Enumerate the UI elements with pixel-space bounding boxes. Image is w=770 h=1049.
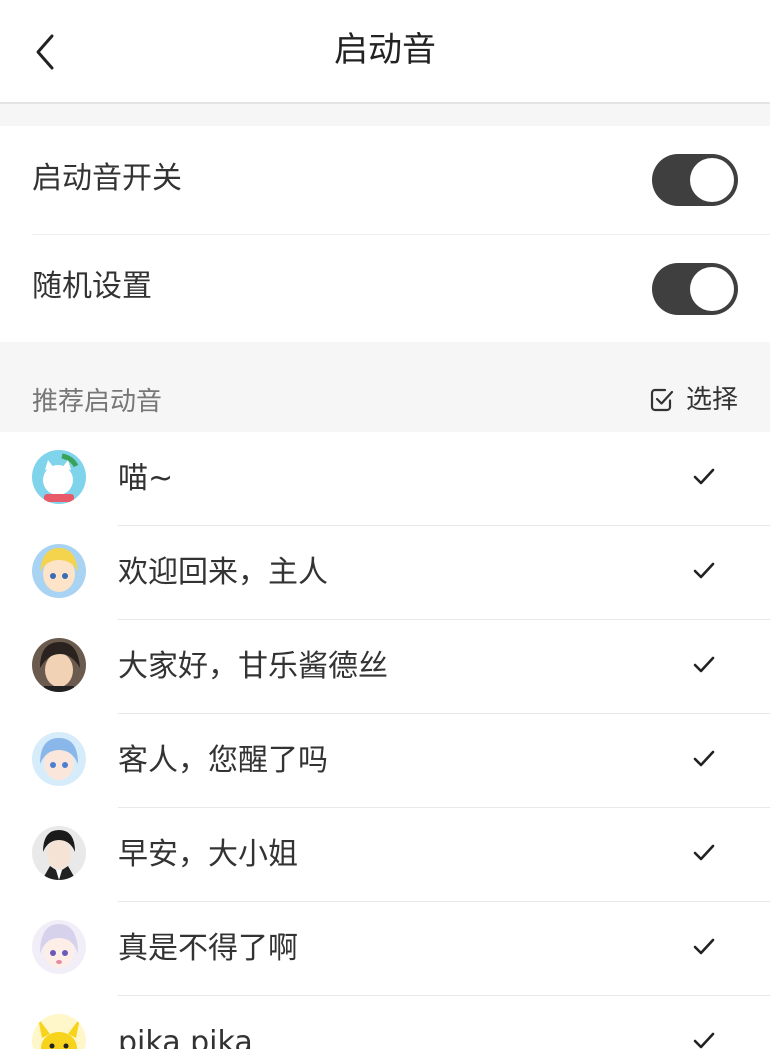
avatar [32,732,86,786]
sound-label: 欢迎回来，主人 [118,555,328,590]
avatar [32,450,86,504]
checkmark-icon [693,562,715,579]
sound-label: 真是不得了啊 [118,931,298,966]
checkmark-icon [693,750,715,767]
avatar [32,1014,86,1049]
toggle-knob [690,158,734,202]
checkmark-icon [693,938,715,955]
sound-list: 喵~ 欢迎回来，主人 大家好，甘乐酱德丝 客人，您醒了吗 早安，大小姐 真是不得… [0,432,770,1049]
select-button[interactable]: 选择 [648,380,738,420]
recommended-section-header: 推荐启动音 选择 [0,342,770,432]
sound-item-hello-everyone[interactable]: 大家好，甘乐酱德丝 [0,620,770,714]
settings-card: 启动音开关 随机设置 [0,126,770,342]
sound-item-welcome-back[interactable]: 欢迎回来，主人 [0,526,770,620]
avatar [32,544,86,598]
startup-sound-switch-label: 启动音开关 [32,161,182,196]
avatar [32,920,86,974]
random-setting-toggle[interactable] [652,263,738,315]
sound-label: 大家好，甘乐酱德丝 [118,649,388,684]
checkmark-icon [693,844,715,861]
startup-sound-toggle[interactable] [652,154,738,206]
random-setting-label: 随机设置 [32,269,152,304]
select-label: 选择 [686,385,739,415]
startup-sound-switch-row: 启动音开关 [0,126,770,234]
random-setting-row: 随机设置 [0,234,770,342]
sound-label: 客人，您醒了吗 [118,743,328,778]
sound-label: pika pika [118,1025,253,1049]
avatar [32,826,86,880]
sound-item-pika-pika[interactable]: pika pika [0,996,770,1049]
sound-item-good-morning[interactable]: 早安，大小姐 [0,808,770,902]
sound-item-amazing[interactable]: 真是不得了啊 [0,902,770,996]
checkmark-icon [693,656,715,673]
checkmark-icon [693,1032,715,1049]
avatar [32,638,86,692]
sound-item-guest-awake[interactable]: 客人，您醒了吗 [0,714,770,808]
section-title: 推荐启动音 [32,387,163,417]
page-title: 启动音 [334,30,436,70]
checkmark-icon [693,468,715,485]
top-nav-bar: 启动音 [0,0,770,104]
checkbox-icon [650,388,674,412]
sound-item-meow[interactable]: 喵~ [0,432,770,526]
sound-label: 早安，大小姐 [118,837,298,872]
sound-label: 喵~ [118,461,174,496]
toggle-knob [690,267,734,311]
